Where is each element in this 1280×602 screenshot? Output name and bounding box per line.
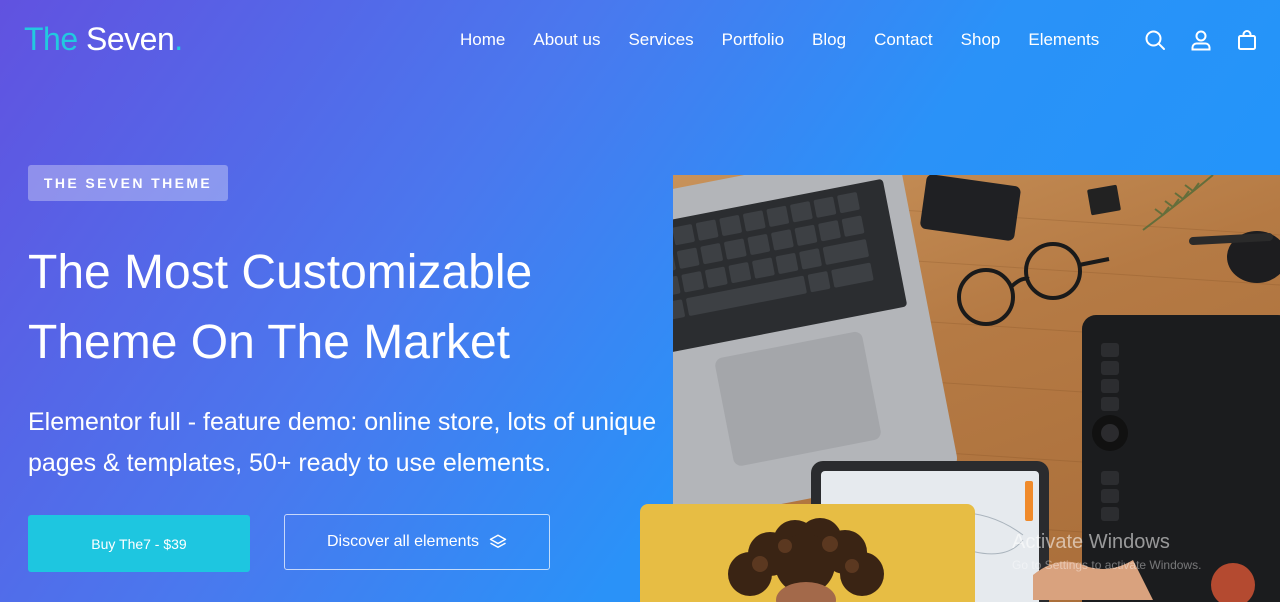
- logo-seven: Seven: [86, 21, 175, 57]
- shopping-bag-icon[interactable]: [1235, 28, 1259, 52]
- nav-item-services[interactable]: Services: [628, 30, 693, 50]
- search-icon[interactable]: [1143, 28, 1167, 52]
- hero-headline-line-1: The Most Customizable: [28, 246, 533, 299]
- hero-badge: THE SEVEN THEME: [28, 165, 228, 201]
- nav-item-shop[interactable]: Shop: [961, 30, 1001, 50]
- buy-button-label: Buy The7 - $39: [91, 535, 187, 552]
- buy-button[interactable]: Buy The7 - $39: [28, 515, 250, 572]
- hero-headline-line-2: Theme On The Market: [28, 316, 510, 369]
- windows-activation-watermark: Activate Windows: [1012, 531, 1170, 553]
- site-logo[interactable]: The Seven.: [24, 20, 183, 58]
- nav-item-blog[interactable]: Blog: [812, 30, 846, 50]
- hero-headline: The Most Customizable Theme On The Marke…: [28, 238, 648, 378]
- windows-activation-hint: Go to Settings to activate Windows.: [1012, 558, 1202, 572]
- nav-item-contact[interactable]: Contact: [874, 30, 933, 50]
- logo-dot: .: [174, 21, 183, 57]
- hero-subline-line-1: Elementor full - feature demo: online st…: [28, 408, 657, 436]
- hero-subline-line-2: pages & templates, 50+ ready to use elem…: [28, 449, 552, 477]
- discover-button-label: Discover all elements: [326, 533, 480, 550]
- nav-item-portfolio[interactable]: Portfolio: [722, 30, 784, 50]
- discover-elements-button[interactable]: Discover all elements: [284, 514, 550, 570]
- layers-icon: [489, 534, 507, 548]
- nav-item-elements[interactable]: Elements: [1028, 30, 1099, 50]
- logo-the: The: [24, 21, 78, 57]
- hero-subline: Elementor full - feature demo: online st…: [28, 402, 728, 484]
- header-icons: [1143, 28, 1259, 52]
- nav-item-about-us[interactable]: About us: [533, 30, 600, 50]
- user-icon[interactable]: [1189, 28, 1213, 52]
- portrait-card: [640, 504, 975, 602]
- nav-item-home[interactable]: Home: [460, 30, 505, 50]
- main-nav: Home About us Services Portfolio Blog Co…: [460, 28, 1099, 52]
- portrait-curly-hair-image: [728, 518, 884, 602]
